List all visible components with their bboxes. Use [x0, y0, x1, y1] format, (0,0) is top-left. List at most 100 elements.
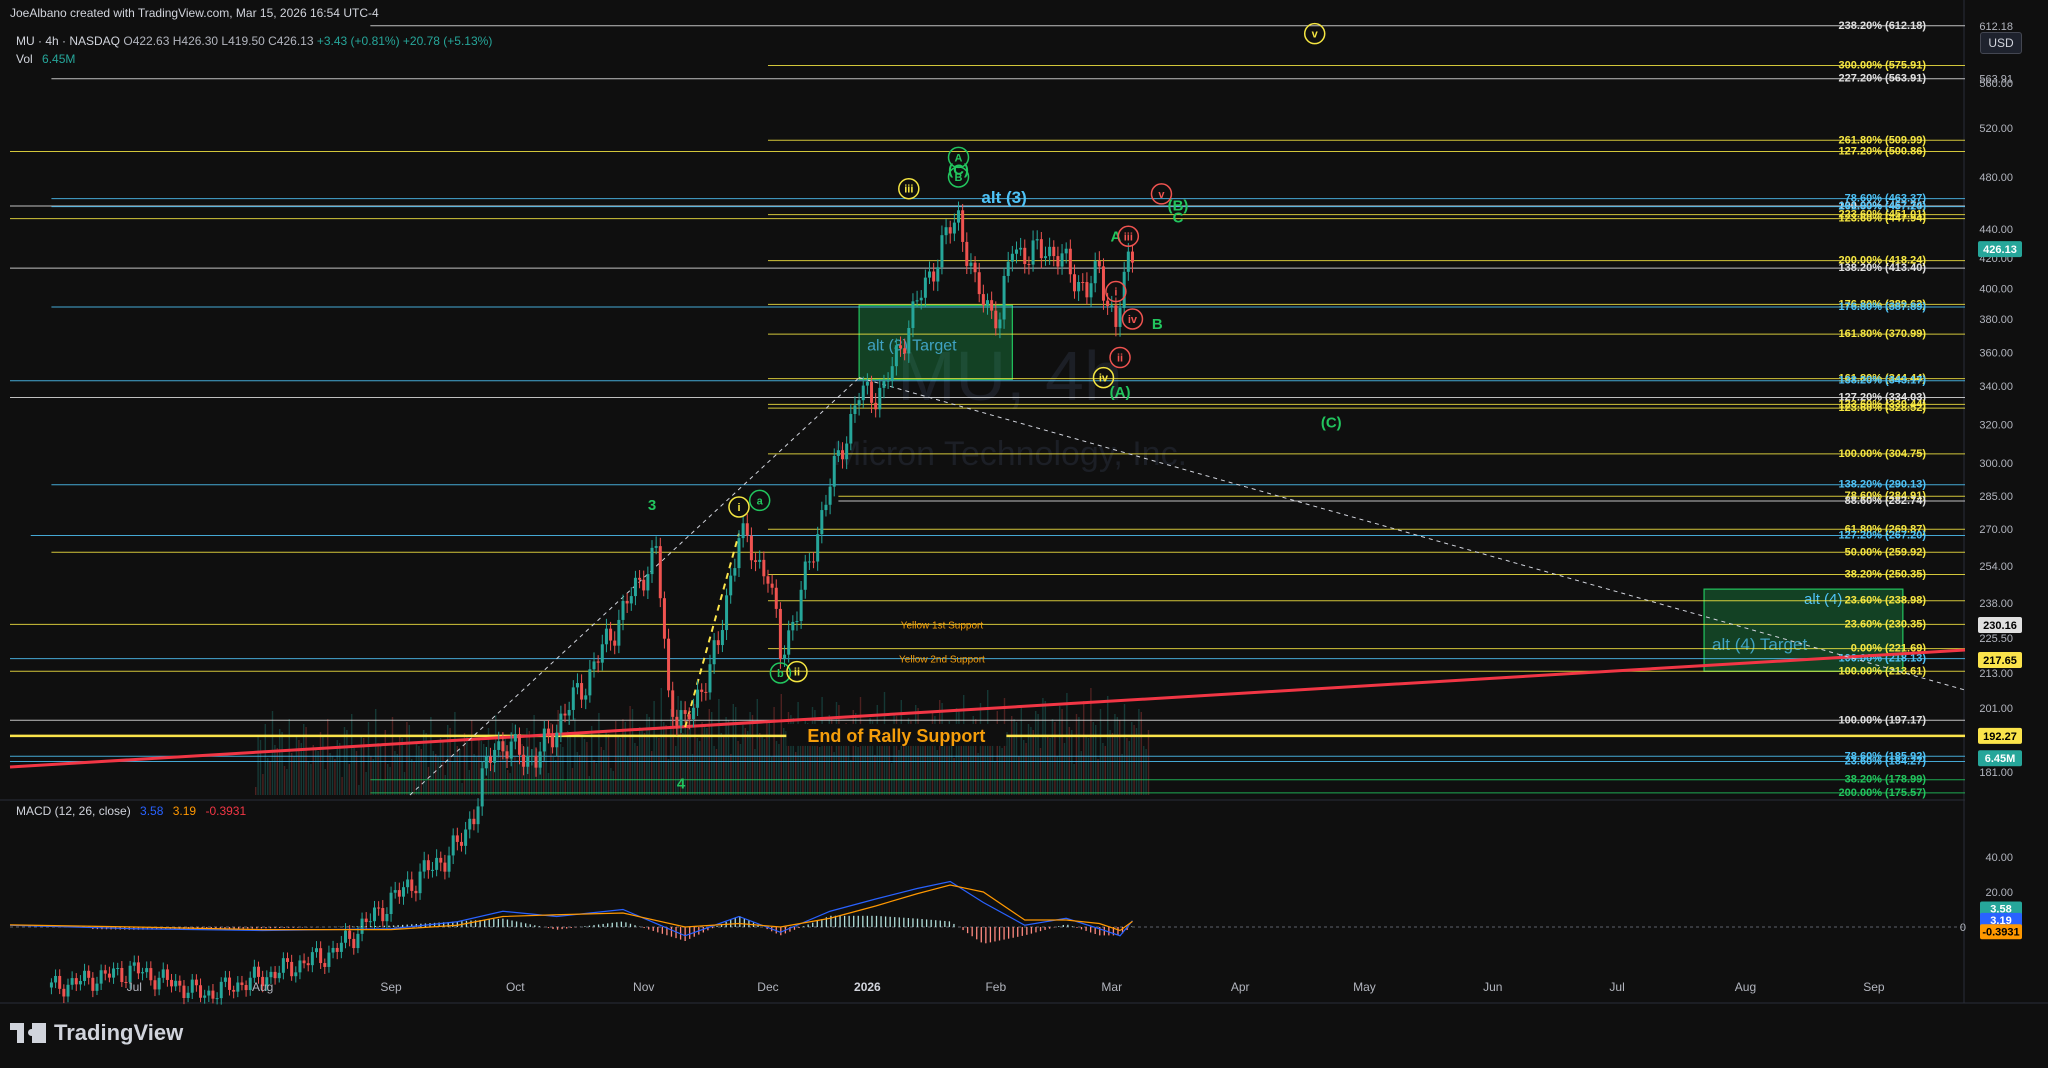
- candle-body: [787, 630, 791, 655]
- volume-bar: [456, 746, 458, 795]
- volume-bar: [749, 712, 751, 795]
- candle-body: [215, 998, 219, 1000]
- time-tick: Sep: [1863, 980, 1885, 994]
- volume-bar: [552, 757, 554, 795]
- candle-body: [219, 981, 223, 999]
- volume-bar: [759, 733, 761, 795]
- fib-label: 23.60% (238.98): [1845, 595, 1927, 607]
- volume-bar: [653, 701, 655, 795]
- volume-bar: [857, 747, 859, 795]
- volume-bar: [670, 709, 672, 795]
- candle-body: [658, 546, 662, 599]
- currency-button[interactable]: USD: [1980, 32, 2022, 54]
- volume-bar: [689, 720, 691, 795]
- candle-body: [211, 990, 215, 999]
- vol-value: 6.45M: [42, 52, 76, 66]
- candle-body: [1126, 251, 1130, 272]
- price-tag-label: 6.45M: [1985, 753, 2016, 765]
- candle-body: [273, 971, 277, 979]
- volume-bar: [442, 741, 444, 795]
- macd-tick: 20.00: [1985, 887, 2013, 899]
- main-chart[interactable]: MU, 4hMicron Technology, Inc.alt (3) Tar…: [0, 0, 2048, 1063]
- candle-body: [878, 387, 882, 410]
- candle-body: [290, 961, 294, 977]
- candle-body: [199, 985, 203, 998]
- volume-bar: [1075, 714, 1078, 795]
- candle-body: [190, 979, 194, 993]
- candle-body: [186, 992, 190, 998]
- candle-body: [315, 948, 319, 953]
- volume-bar: [343, 727, 346, 795]
- candle-body: [99, 970, 103, 984]
- candle-body: [849, 413, 853, 444]
- volume-bar: [631, 709, 634, 795]
- macd-zero-tick: 0: [1960, 922, 1966, 934]
- candle-body: [252, 966, 256, 978]
- volume-bar: [312, 745, 314, 795]
- wave-label: B: [955, 172, 963, 184]
- symbol-legend: MU · 4h · NASDAQ O422.63 H426.30 L419.50…: [16, 34, 492, 48]
- candle-body: [1077, 281, 1081, 292]
- volume-bar: [379, 746, 382, 795]
- candle-body: [708, 664, 712, 693]
- volume-bar: [953, 758, 955, 795]
- volume-bar: [269, 761, 271, 795]
- candle-body: [836, 450, 840, 456]
- volume-bar: [317, 751, 319, 795]
- volume-bar: [1109, 730, 1111, 795]
- volume-bar: [1085, 735, 1087, 795]
- volume-bar: [761, 736, 763, 795]
- volume-bar: [257, 737, 259, 795]
- chart-stage: MU, 4hMicron Technology, Inc.alt (3) Tar…: [0, 0, 2048, 1063]
- candle-body: [990, 300, 994, 311]
- candle-body: [928, 271, 932, 278]
- candle-body: [145, 968, 149, 973]
- candle-body: [207, 990, 211, 996]
- time-tick: Jul: [127, 980, 142, 994]
- candle-body: [455, 835, 459, 842]
- volume-bar: [658, 738, 660, 795]
- volume-bar: [879, 739, 881, 795]
- volume-bar: [739, 744, 742, 795]
- wave-label: i: [1114, 287, 1117, 299]
- volume-bar: [821, 697, 823, 795]
- candle-body: [269, 971, 273, 978]
- volume-bar: [958, 711, 960, 795]
- chart-background: [0, 0, 2048, 1063]
- candle-body: [468, 818, 472, 830]
- volume-bar: [1037, 714, 1039, 795]
- candle-body: [1068, 248, 1072, 275]
- volume-bar: [1020, 706, 1022, 795]
- volume-bar: [751, 715, 754, 795]
- candle-body: [903, 348, 907, 354]
- volume-bar: [917, 708, 919, 795]
- candle-body: [116, 967, 120, 969]
- candle-body: [604, 628, 608, 645]
- fib-label: 127.20% (500.86): [1839, 145, 1927, 157]
- candle-body: [882, 380, 886, 388]
- candle-body: [302, 960, 306, 964]
- wave-label: iv: [1099, 373, 1109, 385]
- candle-body: [646, 574, 650, 591]
- volume-bar: [451, 762, 454, 795]
- volume-bar: [463, 733, 466, 795]
- candle-body: [1118, 307, 1122, 327]
- candle-body: [244, 985, 248, 991]
- volume-bar: [646, 714, 648, 795]
- volume-bar: [475, 757, 478, 795]
- volume-bar: [377, 743, 379, 795]
- credit-line: JoeAlbano created with TradingView.com, …: [10, 6, 379, 20]
- candle-body: [546, 728, 550, 735]
- volume-bar: [941, 703, 943, 795]
- volume-bar: [264, 724, 266, 795]
- candle-body: [948, 227, 952, 234]
- candle-body: [642, 579, 646, 591]
- candle-body: [74, 978, 78, 985]
- target-zone-label: alt (3) Target: [867, 337, 957, 354]
- candle-body: [430, 869, 434, 871]
- fib-label: 100.00% (197.17): [1839, 714, 1927, 726]
- volume-bar: [547, 773, 550, 795]
- candle-body: [464, 829, 468, 846]
- candle-body: [1056, 256, 1060, 267]
- volume-bar: [610, 768, 612, 795]
